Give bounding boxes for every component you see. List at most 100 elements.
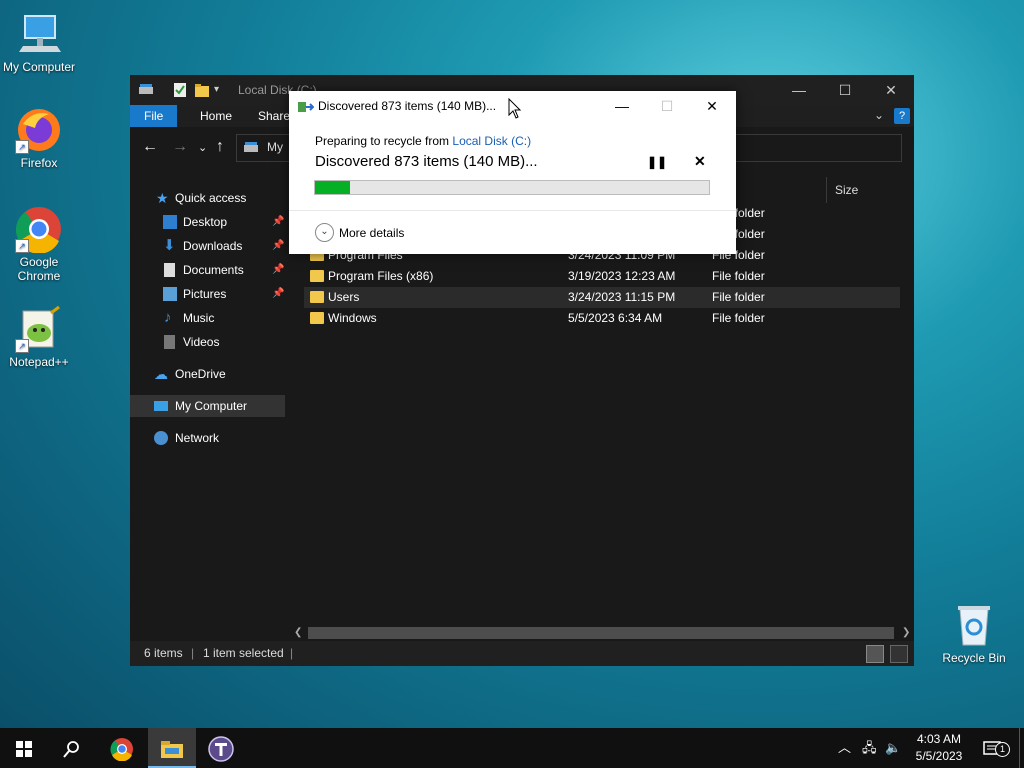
computer-icon (243, 141, 259, 158)
drive-icon (138, 82, 154, 98)
desktop-icon-firefox[interactable]: ↗ Firefox (1, 106, 77, 170)
tab-home[interactable]: Home (186, 105, 246, 127)
clock-time: 4:03 AM (916, 732, 962, 746)
folder-icon (310, 291, 324, 303)
progress-bar (314, 180, 710, 195)
recycle-bin-icon (950, 601, 998, 649)
nav-item-label: Documents (183, 263, 244, 277)
windows-logo-icon (16, 740, 32, 757)
document-icon (164, 263, 175, 277)
nav-item-network[interactable]: Network (130, 427, 285, 449)
taskbar-file-explorer-button[interactable] (148, 728, 196, 768)
pin-icon[interactable]: 📌 (272, 235, 284, 257)
search-button[interactable] (48, 728, 96, 768)
nav-item-onedrive[interactable]: ☁ OneDrive (130, 363, 285, 385)
computer-icon (15, 10, 63, 58)
address-text: My (267, 140, 283, 154)
computer-icon (154, 401, 168, 411)
show-hidden-icons-chevron-icon[interactable]: ︿ (838, 728, 851, 768)
desktop-icon-notepad-plus-plus[interactable]: ↗ Notepad++ (1, 305, 77, 369)
desktop-icon-label: Google Chrome (17, 255, 61, 283)
help-icon[interactable]: ? (894, 108, 910, 124)
pin-icon[interactable]: 📌 (272, 259, 284, 281)
folder-icon (161, 740, 183, 758)
up-arrow-icon[interactable]: ↑ (216, 138, 224, 156)
close-button[interactable]: ✕ (868, 75, 914, 105)
nav-item-label: Quick access (175, 191, 247, 205)
horizontal-scrollbar[interactable]: ❮ ❯ (290, 625, 914, 641)
cancel-operation-icon[interactable]: ✕ (694, 153, 706, 170)
large-icons-view-icon[interactable] (890, 645, 908, 663)
action-center-button[interactable]: 1 (983, 728, 1010, 768)
app-logo-icon (208, 736, 234, 762)
table-row[interactable]: Windows 5/5/2023 6:34 AM File folder (304, 308, 900, 329)
dialog-divider (289, 210, 736, 211)
file-operation-icon (298, 100, 315, 117)
network-status-icon[interactable]: 🖧 (862, 728, 877, 768)
nav-item-downloads[interactable]: ⬇ Downloads 📌 (130, 235, 285, 257)
dialog-title: Discovered 873 items (140 MB)... (318, 99, 497, 113)
nav-item-desktop[interactable]: Desktop 📌 (130, 211, 285, 233)
mouse-cursor-icon (508, 97, 522, 123)
recent-locations-chevron-icon[interactable]: ⌄ (198, 141, 207, 154)
dialog-close-button[interactable]: ✕ (689, 93, 735, 119)
item-count: 6 items (144, 646, 183, 660)
minimize-button[interactable]: — (776, 75, 822, 105)
table-row[interactable]: Users 3/24/2023 11:15 PM File folder (304, 287, 900, 308)
nav-item-label: Desktop (183, 215, 228, 229)
chevron-down-icon[interactable]: ⌄ (315, 223, 334, 242)
nav-item-videos[interactable]: Videos (130, 331, 285, 353)
selected-count: 1 item selected (203, 646, 284, 660)
customize-toolbar-chevron-icon[interactable]: ▾ (214, 82, 230, 98)
folder-icon (310, 270, 324, 282)
tab-file[interactable]: File (130, 105, 178, 127)
back-arrow-icon[interactable]: ← (142, 138, 158, 156)
taskbar-app-button[interactable] (197, 728, 245, 768)
clock[interactable]: 4:03 AM 5/5/2023 (904, 731, 974, 765)
desktop-icon-my-computer[interactable]: My Computer (1, 10, 77, 74)
source-location-link[interactable]: Local Disk (C:) (452, 134, 531, 148)
column-header-size[interactable]: Size (826, 177, 905, 203)
nav-item-pictures[interactable]: Pictures 📌 (130, 283, 285, 305)
volume-icon[interactable]: 🔈 (885, 728, 901, 768)
nav-item-documents[interactable]: Documents 📌 (130, 259, 285, 281)
scrollbar-thumb[interactable] (308, 627, 894, 639)
desktop-icon-recycle-bin[interactable]: Recycle Bin (936, 601, 1012, 665)
ribbon-expand-chevron-icon[interactable]: ⌄ (874, 108, 884, 122)
dialog-minimize-button[interactable]: — (599, 93, 645, 119)
pin-icon[interactable]: 📌 (272, 283, 284, 305)
nav-item-my-computer[interactable]: My Computer (130, 395, 285, 417)
more-details-toggle[interactable]: More details (339, 226, 404, 240)
nav-item-label: Downloads (183, 239, 243, 253)
show-desktop-button[interactable] (1019, 728, 1024, 768)
table-row[interactable]: Program Files (x86) 3/19/2023 12:23 AM F… (304, 266, 900, 287)
desktop-icon-label: Firefox (20, 156, 58, 170)
scroll-left-arrow-icon[interactable]: ❮ (294, 625, 302, 641)
taskbar: ︿ 🖧 🔈 4:03 AM 5/5/2023 1 (0, 728, 1024, 768)
search-icon (63, 740, 79, 758)
pictures-icon (163, 287, 177, 301)
forward-arrow-icon[interactable]: → (172, 138, 188, 156)
folder-icon (310, 312, 324, 324)
firefox-icon: ↗ (15, 106, 63, 154)
pause-icon[interactable]: ❚❚ (647, 155, 667, 169)
navigation-pane: ★ Quick access Desktop 📌 ⬇ Downloads 📌 D… (130, 167, 288, 641)
pin-icon[interactable]: 📌 (272, 211, 284, 233)
taskbar-chrome-button[interactable] (98, 728, 146, 768)
nav-item-music[interactable]: ♪ Music (130, 307, 285, 329)
details-view-icon[interactable] (866, 645, 884, 663)
start-button[interactable] (0, 728, 48, 768)
new-folder-icon[interactable] (194, 82, 210, 98)
nav-item-label: Videos (183, 335, 220, 349)
music-note-icon: ♪ (164, 309, 172, 326)
nav-item-label: Music (183, 311, 215, 325)
scroll-right-arrow-icon[interactable]: ❯ (902, 625, 910, 641)
properties-icon[interactable] (172, 82, 188, 98)
nav-item-label: Network (175, 431, 220, 445)
maximize-button[interactable]: ☐ (822, 75, 868, 105)
desktop-icon-google-chrome[interactable]: ↗ Google Chrome (1, 205, 77, 283)
nav-item-quick-access[interactable]: ★ Quick access (130, 187, 285, 209)
star-icon: ★ (156, 190, 169, 206)
nav-item-label: My Computer (175, 399, 248, 413)
chrome-icon (110, 737, 133, 762)
